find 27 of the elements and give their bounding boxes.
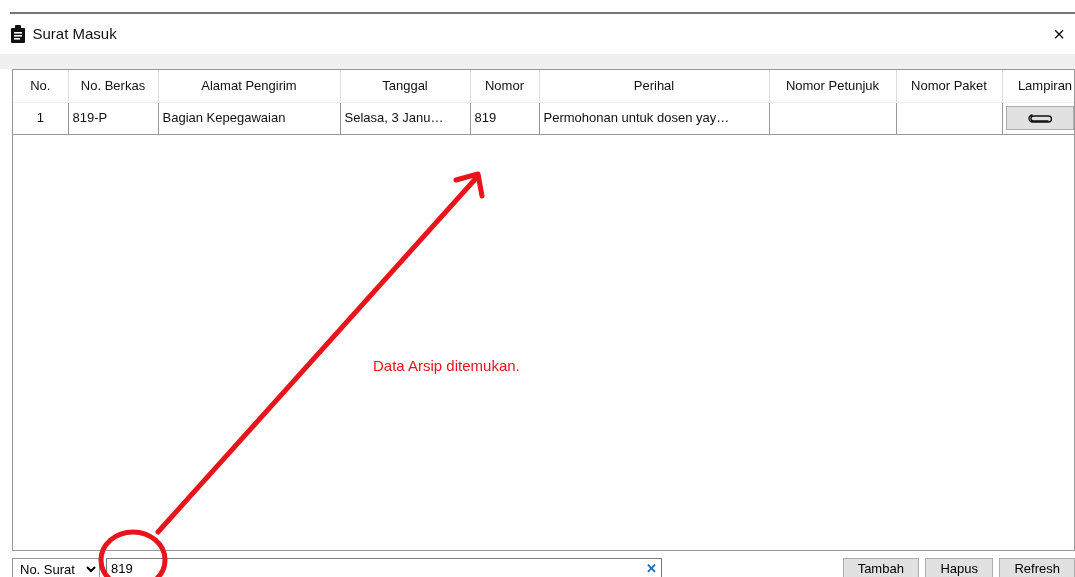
paperclip-icon <box>1027 113 1052 123</box>
column-header[interactable]: No. <box>13 70 68 102</box>
search-field[interactable]: 819 ✕ <box>106 558 662 577</box>
column-header[interactable]: Nomor Paket <box>896 70 1002 102</box>
action-button[interactable]: Refresh <box>999 558 1075 577</box>
clear-icon[interactable]: ✕ <box>646 559 657 577</box>
table-cell: 819-P <box>72 110 108 126</box>
window-title: Surat Masuk <box>32 23 118 44</box>
column-header[interactable]: No. Berkas <box>68 70 158 102</box>
attachment-button[interactable] <box>1005 106 1074 130</box>
clipboard-icon <box>10 25 26 43</box>
table-cell: 819 <box>474 110 497 126</box>
action-button[interactable]: Hapus <box>925 558 993 577</box>
column-header[interactable]: Alamat Pengirim <box>158 70 340 102</box>
status-message: Data Arsip ditemukan. <box>373 356 520 376</box>
column-header[interactable]: Nomor <box>470 70 539 102</box>
table-cell: 1 <box>36 110 44 126</box>
filter-dropdown[interactable]: No. Surat <box>12 558 100 577</box>
table-cell: Permohonan untuk dosen yay… <box>543 110 730 126</box>
table-cell: Selasa, 3 Janu… <box>344 110 444 126</box>
action-button[interactable]: Tambah <box>842 558 919 577</box>
column-header[interactable]: Tanggal <box>340 70 470 102</box>
column-header[interactable]: Perihal <box>539 70 769 102</box>
column-header[interactable]: Lampiran <box>1002 70 1074 102</box>
table-cell: Bagian Kepegawaian <box>162 110 286 126</box>
column-header[interactable]: Nomor Petunjuk <box>769 70 896 102</box>
close-button[interactable]: × <box>1053 24 1065 44</box>
